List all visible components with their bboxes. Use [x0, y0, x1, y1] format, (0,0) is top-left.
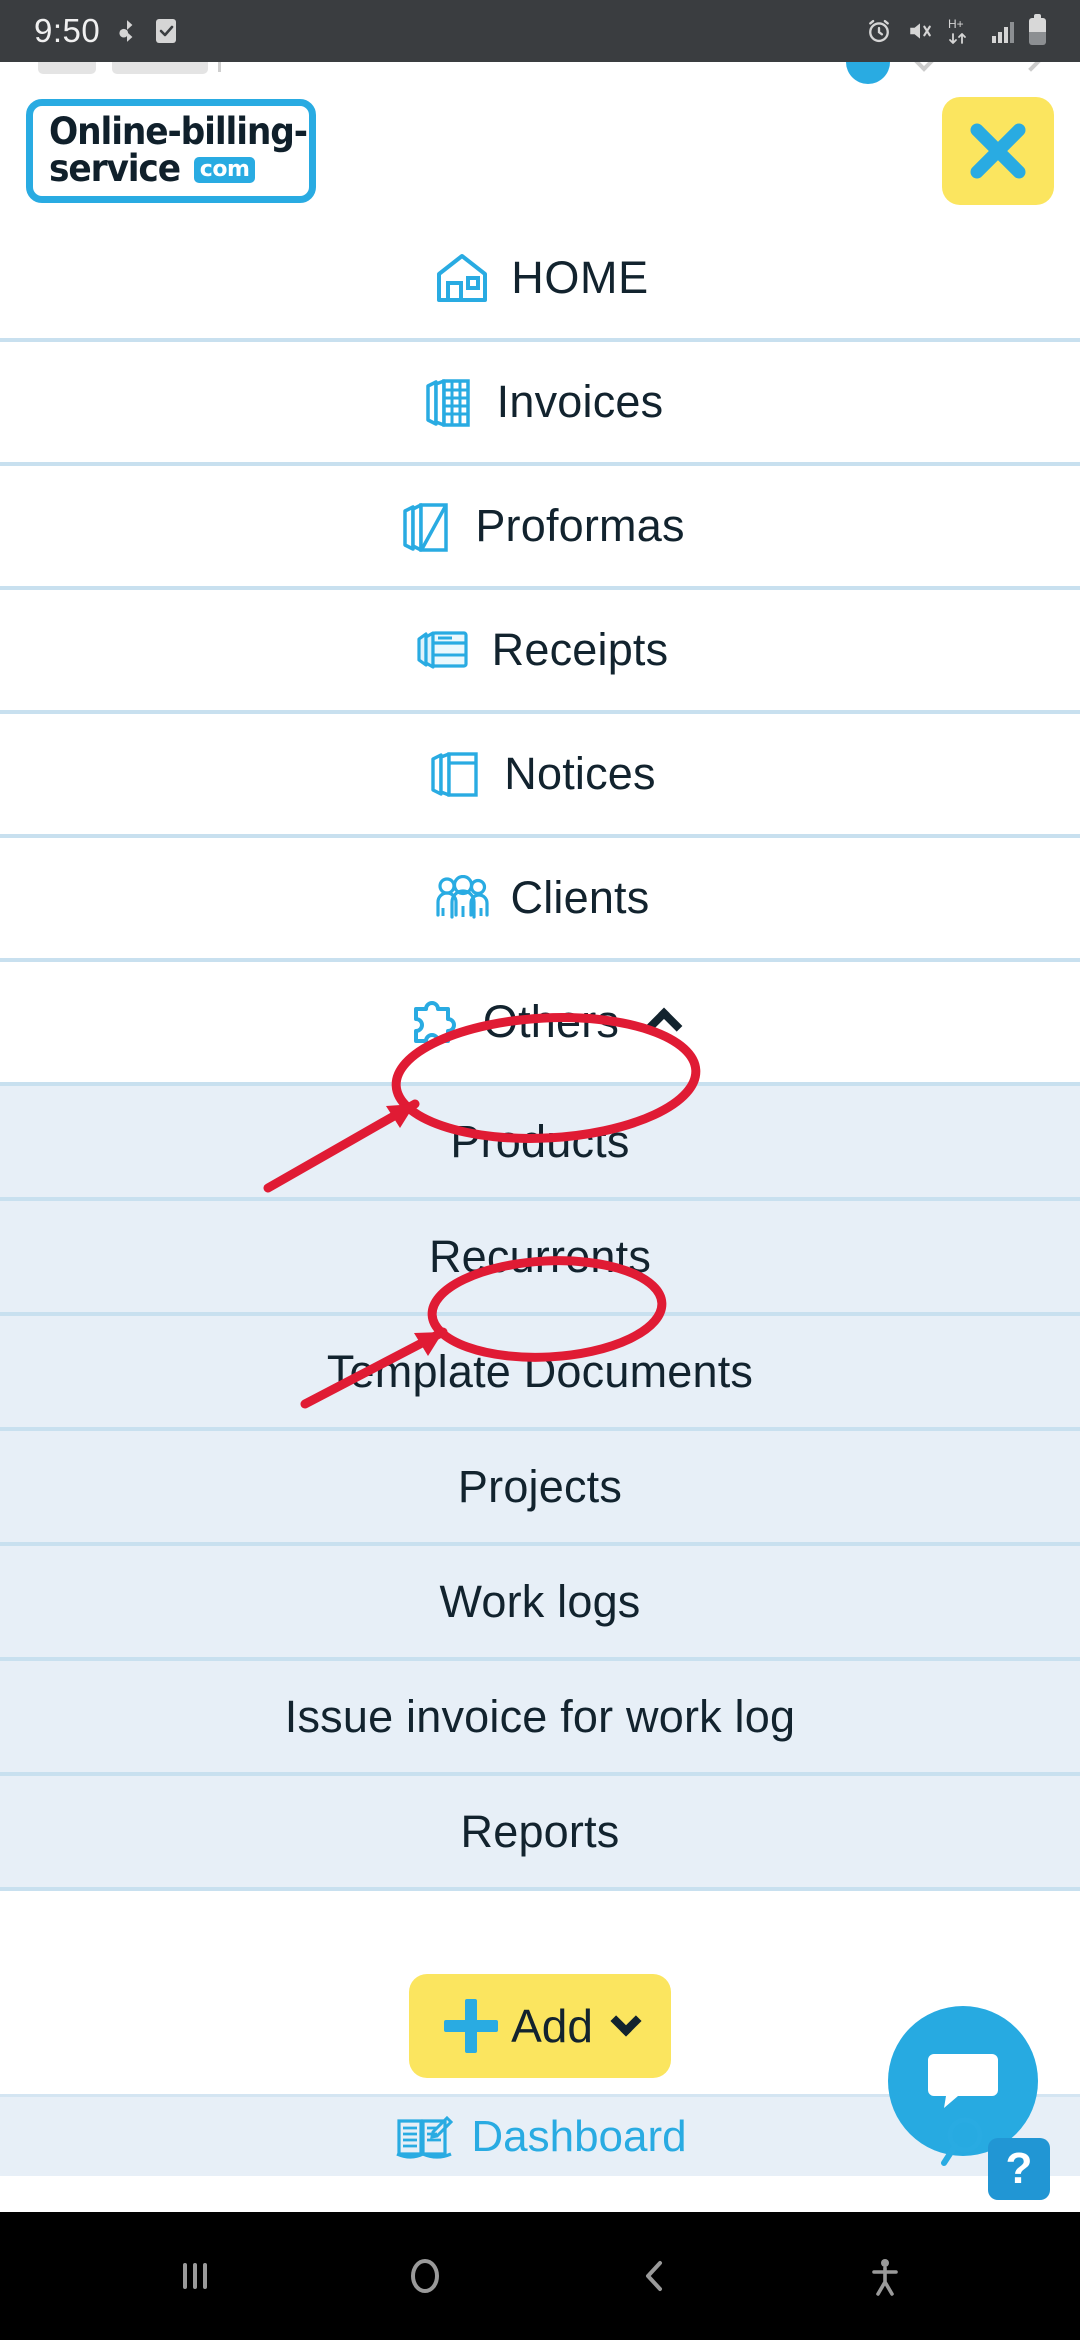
- logo-line-2-group: service com: [49, 146, 256, 190]
- chevron-down-icon: [911, 62, 937, 72]
- navigation-menu: HOME Invoices Proformas Receipts Notices…: [0, 218, 1080, 1891]
- recents-icon[interactable]: [172, 2253, 218, 2299]
- menu-item-notices[interactable]: Notices: [0, 714, 1080, 838]
- menu-item-invoices[interactable]: Invoices: [0, 342, 1080, 466]
- menu-item-clients[interactable]: Clients: [0, 838, 1080, 962]
- help-label: ?: [1005, 2144, 1033, 2193]
- menu-item-label: Reports: [460, 1805, 620, 1857]
- close-icon: [970, 123, 1026, 179]
- dashboard-label: Dashboard: [471, 2111, 687, 2161]
- clients-people-icon: [431, 869, 493, 927]
- menu-item-label: Work logs: [439, 1575, 641, 1627]
- menu-item-receipts[interactable]: Receipts: [0, 590, 1080, 714]
- menu-subitem-work-logs[interactable]: Work logs: [0, 1546, 1080, 1661]
- logo-line-2: service: [49, 146, 181, 190]
- home-icon: [431, 249, 493, 307]
- checkbox-checked-icon: [154, 17, 178, 45]
- menu-item-label: HOME: [511, 252, 649, 303]
- hplus-network-icon: H+: [947, 16, 977, 46]
- menu-subitem-products[interactable]: Products: [0, 1086, 1080, 1201]
- menu-item-label: Proformas: [475, 500, 685, 551]
- menu-item-home[interactable]: HOME: [0, 218, 1080, 342]
- home-circle-icon[interactable]: [402, 2253, 448, 2299]
- chrome-divider: [218, 62, 221, 72]
- chrome-url-pill: [112, 62, 208, 74]
- dashboard-book-icon: [393, 2108, 455, 2166]
- notices-stack-icon: [424, 745, 486, 803]
- add-button-label: Add: [511, 2000, 593, 2052]
- menu-item-proformas[interactable]: Proformas: [0, 466, 1080, 590]
- menu-item-others[interactable]: Others: [0, 962, 1080, 1086]
- chevron-down-icon: [610, 2005, 642, 2037]
- signal-bars-icon: [990, 18, 1016, 44]
- puzzle-piece-icon: [403, 993, 465, 1051]
- chrome-account-circle: [846, 62, 890, 84]
- bluetooth-audio-icon: [114, 16, 140, 46]
- receipts-stack-icon: [412, 621, 474, 679]
- menu-subitem-template-documents[interactable]: Template Documents: [0, 1316, 1080, 1431]
- menu-subitem-recurrents[interactable]: Recurrents: [0, 1201, 1080, 1316]
- app-screen: 9:50 H+ Online-billing- service com HOME…: [0, 0, 1080, 2340]
- android-nav-bar: [0, 2212, 1080, 2340]
- menu-subitem-projects[interactable]: Projects: [0, 1431, 1080, 1546]
- chrome-tab-pill: [38, 62, 96, 74]
- status-bar-left: 9:50: [34, 12, 178, 50]
- menu-item-label: Invoices: [496, 376, 664, 427]
- menu-item-label: Issue invoice for work log: [284, 1690, 796, 1742]
- status-bar: 9:50 H+: [0, 0, 1080, 62]
- close-menu-button[interactable]: [942, 97, 1054, 205]
- alarm-icon: [865, 17, 893, 45]
- invoices-stack-icon: [417, 373, 479, 431]
- menu-item-label: Products: [450, 1115, 630, 1167]
- add-button[interactable]: Add: [409, 1974, 671, 2078]
- logo-com-badge: com: [193, 156, 256, 184]
- status-time: 9:50: [34, 12, 101, 49]
- browser-chrome-sliver: [0, 62, 1080, 84]
- menu-item-label: Template Documents: [326, 1345, 754, 1397]
- menu-item-label: Projects: [457, 1460, 623, 1512]
- menu-item-label: Others: [482, 996, 620, 1047]
- menu-item-label: Receipts: [491, 624, 669, 675]
- menu-subitem-reports[interactable]: Reports: [0, 1776, 1080, 1891]
- chevron-down-icon: [1018, 62, 1044, 72]
- menu-item-label: Notices: [504, 748, 656, 799]
- help-widget-button[interactable]: ?: [988, 2138, 1050, 2200]
- chevron-up-icon: [645, 1007, 683, 1045]
- mute-icon: [906, 18, 934, 44]
- svg-text:H+: H+: [948, 17, 964, 31]
- proformas-stack-icon: [395, 497, 457, 555]
- battery-icon: [1029, 13, 1046, 45]
- app-logo[interactable]: Online-billing- service com: [26, 99, 316, 203]
- plus-icon: [443, 1998, 499, 2054]
- app-header: Online-billing- service com: [0, 84, 1080, 218]
- back-chevron-icon[interactable]: [632, 2253, 678, 2299]
- logo-line-1: Online-billing-: [49, 109, 308, 153]
- menu-item-label: Clients: [510, 872, 650, 923]
- accessibility-icon[interactable]: [862, 2253, 908, 2299]
- chat-bubble-icon: [928, 2054, 998, 2108]
- status-bar-right: H+: [865, 13, 1046, 46]
- menu-subitem-issue-invoice-for-work-log[interactable]: Issue invoice for work log: [0, 1661, 1080, 1776]
- menu-item-label: Recurrents: [428, 1230, 652, 1282]
